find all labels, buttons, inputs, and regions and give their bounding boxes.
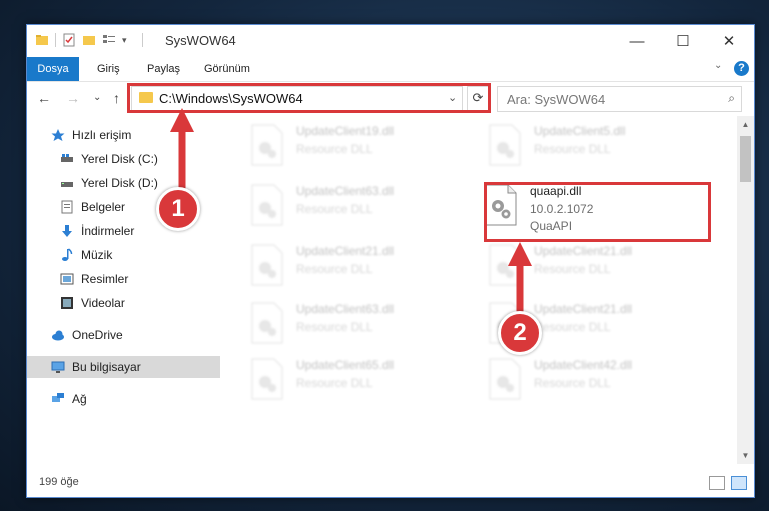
- arrow-1-head: [170, 108, 194, 132]
- annotation-arrows: [170, 108, 532, 312]
- arrow-2-head: [508, 242, 532, 266]
- step-1-badge: 1: [156, 187, 200, 231]
- step-2-badge: 2: [498, 311, 542, 355]
